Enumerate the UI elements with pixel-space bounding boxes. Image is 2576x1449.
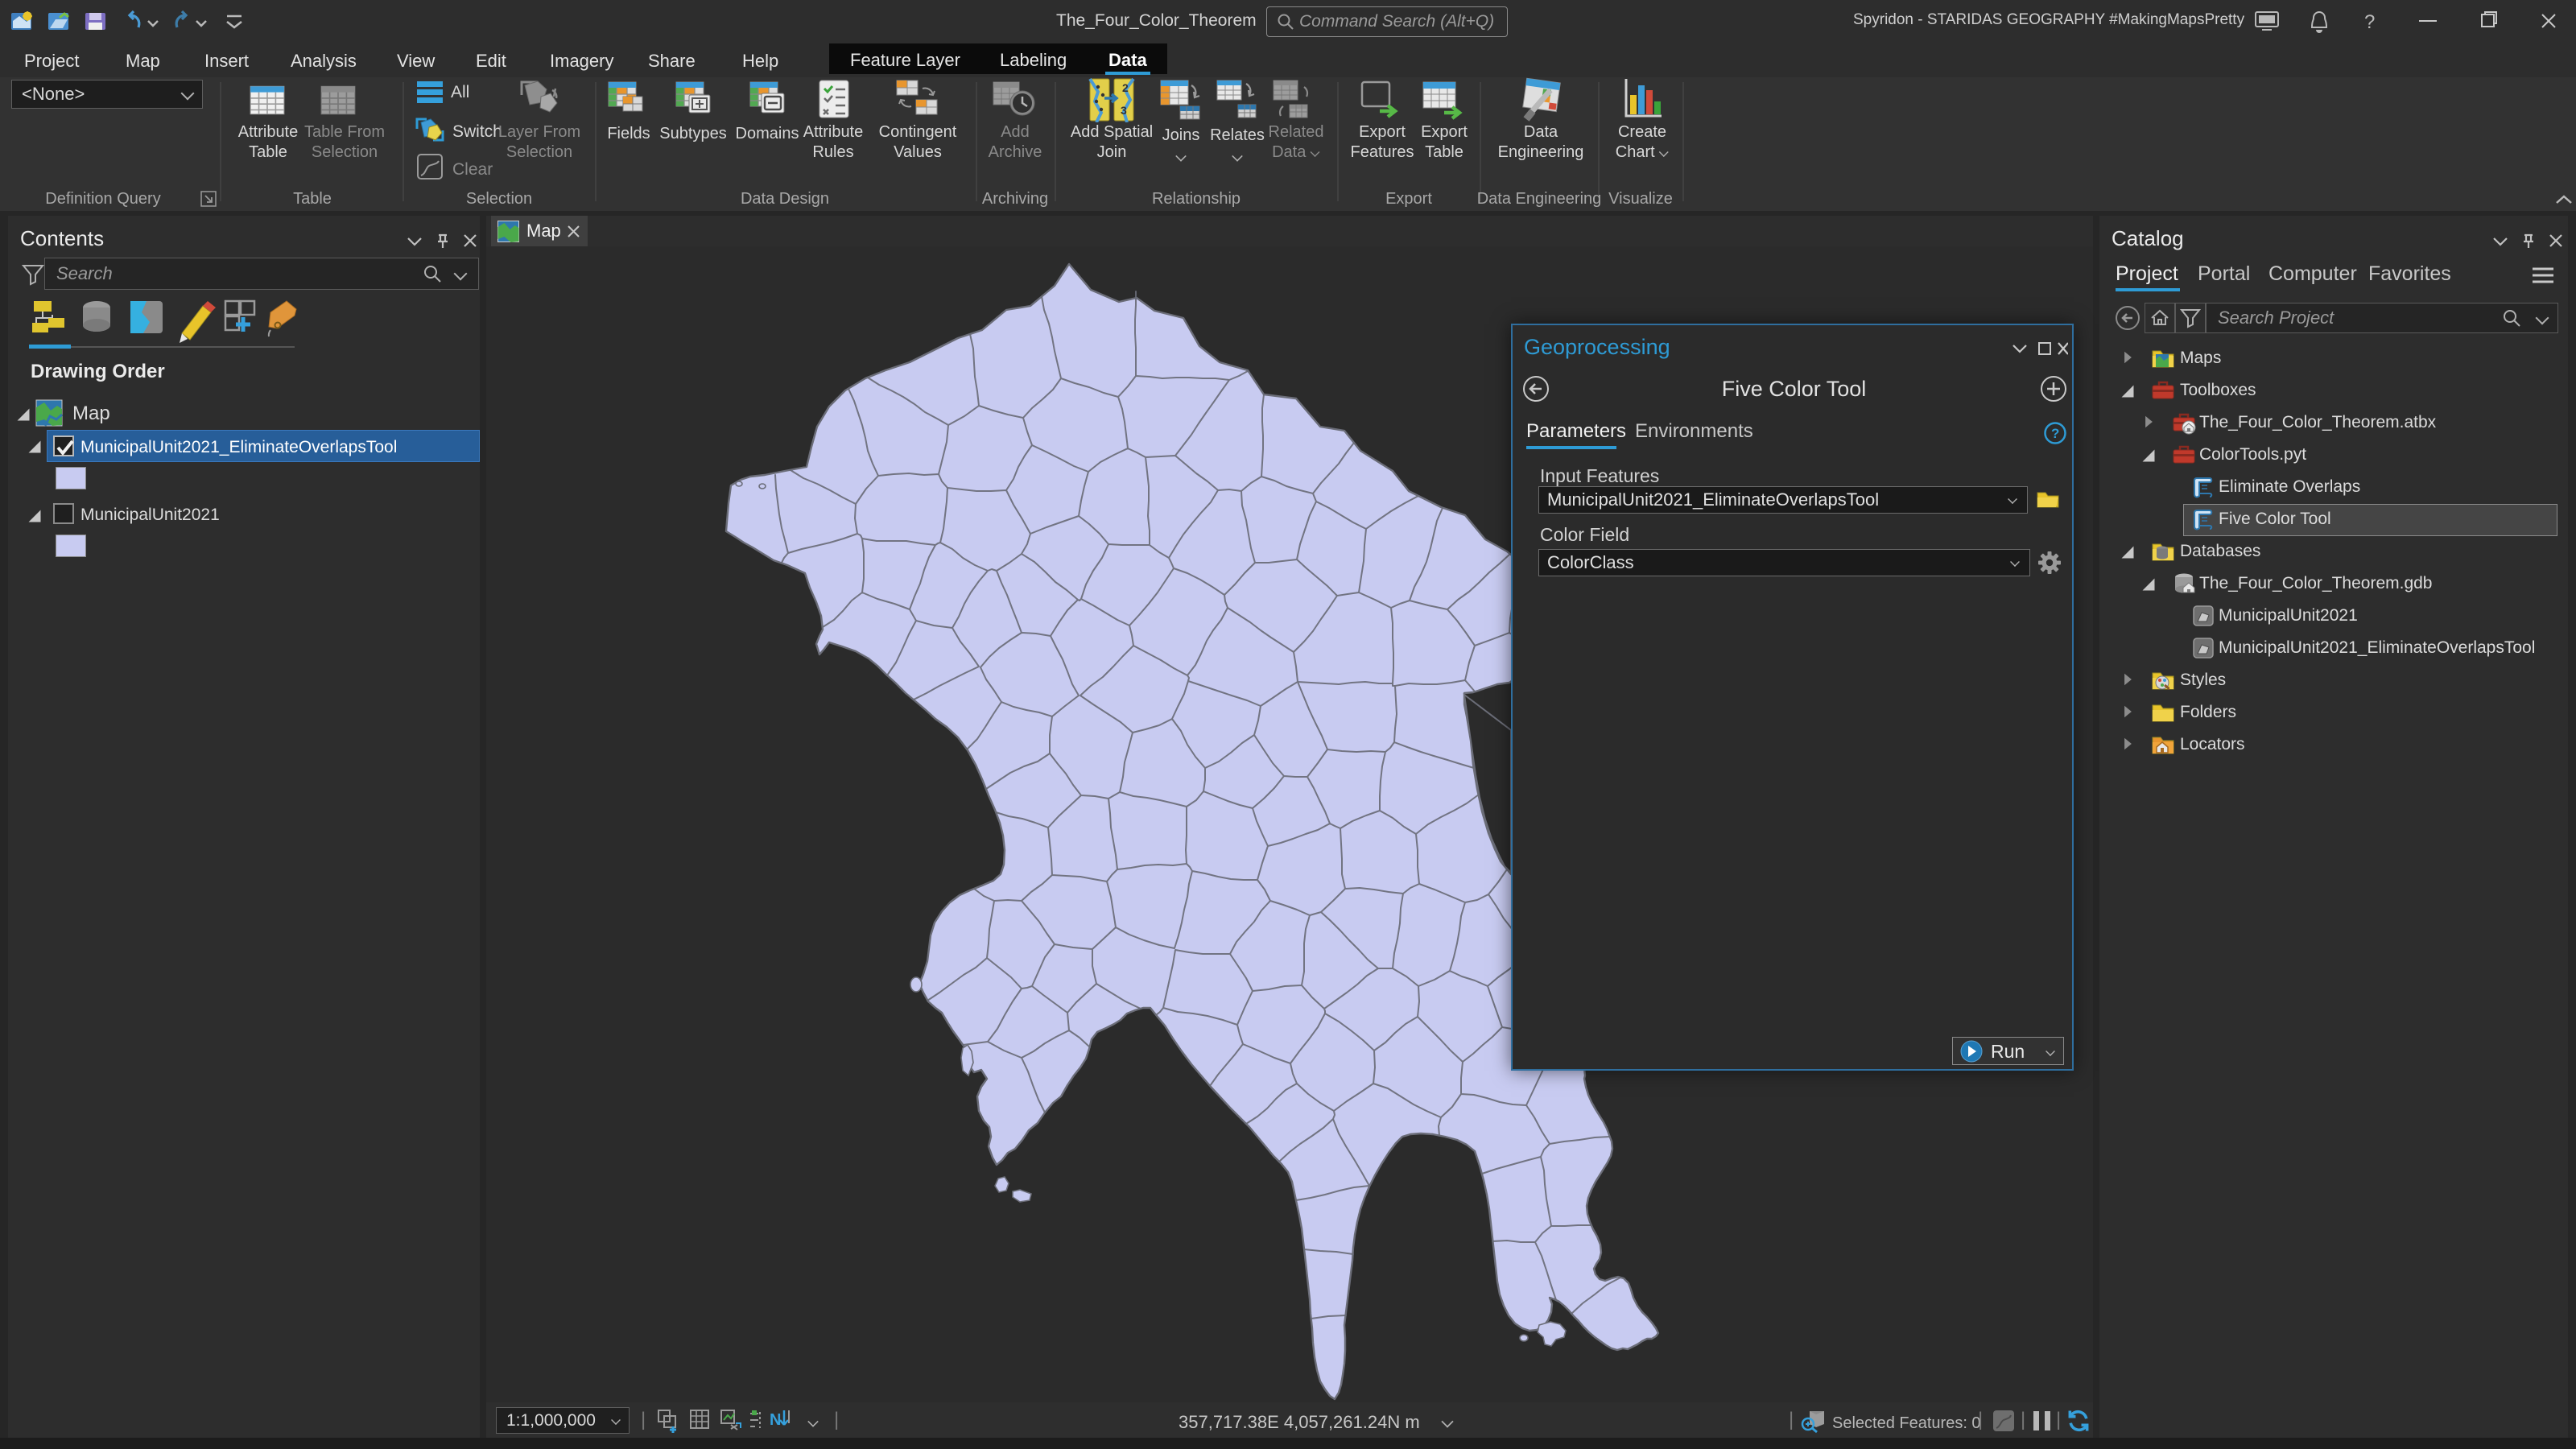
svg-text:N: N bbox=[770, 1411, 781, 1429]
svg-text:?: ? bbox=[2364, 11, 2375, 33]
svg-text:?: ? bbox=[2051, 426, 2059, 441]
svg-text:2: 2 bbox=[1122, 81, 1129, 94]
svg-text:3: 3 bbox=[1121, 104, 1127, 117]
